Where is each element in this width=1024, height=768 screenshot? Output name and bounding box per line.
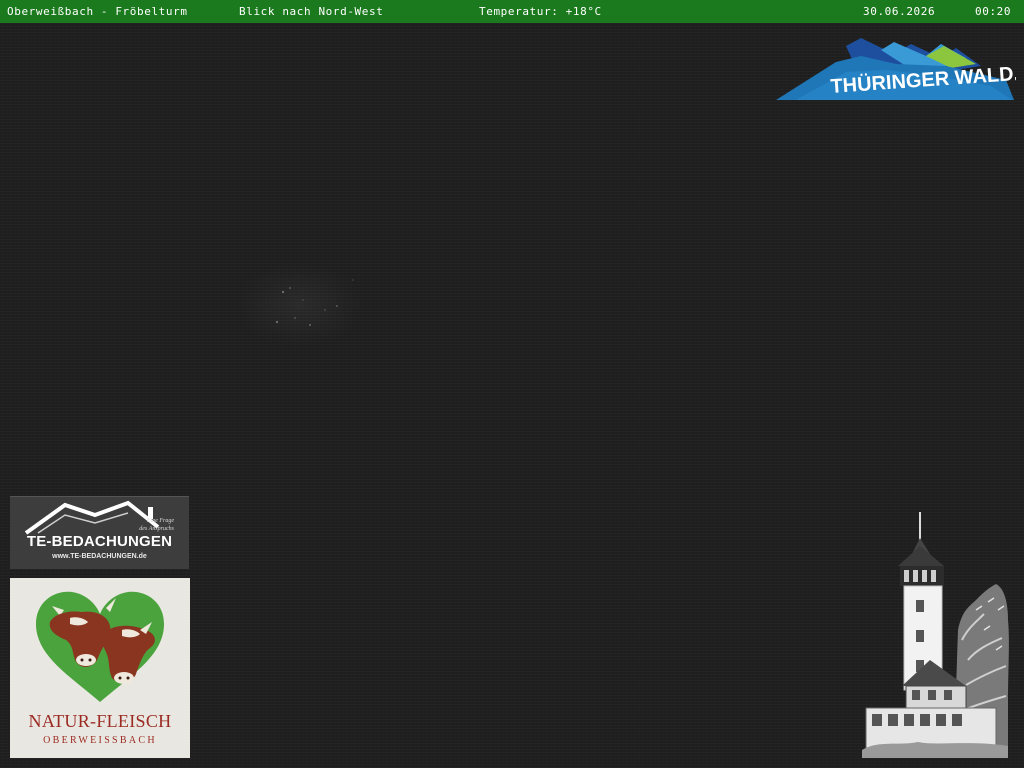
- time-label: 00:20: [975, 5, 1012, 18]
- natur-fleisch-place: OBERWEISSBACH: [43, 735, 157, 746]
- natur-fleisch-logo: NATUR-FLEISCH OBERWEISSBACH: [10, 578, 190, 758]
- natur-fleisch-name: NATUR-FLEISCH: [28, 711, 172, 731]
- froebelturm-tower-illustration: [862, 512, 1009, 758]
- thueringer-wald-logo: THÜRINGER WALD.: [776, 38, 1016, 100]
- webcam-status-bar: Oberweißbach - Fröbelturm Blick nach Nor…: [0, 0, 1024, 23]
- temperature-label: Temperatur: +18°C: [479, 5, 602, 18]
- night-light-specks: [275, 279, 354, 326]
- te-tagline: Eine Frage des Anspruchs: [139, 518, 174, 532]
- view-direction-label: Blick nach Nord-West: [239, 5, 384, 18]
- heart-cows-icon: [36, 591, 164, 702]
- location-label: Oberweißbach - Fröbelturm: [7, 5, 188, 18]
- date-label: 30.06.2026: [863, 5, 936, 18]
- te-bedachungen-logo: Eine Frage des Anspruchs TE-BEDACHUNGEN …: [10, 496, 189, 569]
- te-bedachungen-url: www.TE-BEDACHUNGEN.de: [52, 553, 147, 560]
- te-bedachungen-name: TE-BEDACHUNGEN: [26, 533, 173, 550]
